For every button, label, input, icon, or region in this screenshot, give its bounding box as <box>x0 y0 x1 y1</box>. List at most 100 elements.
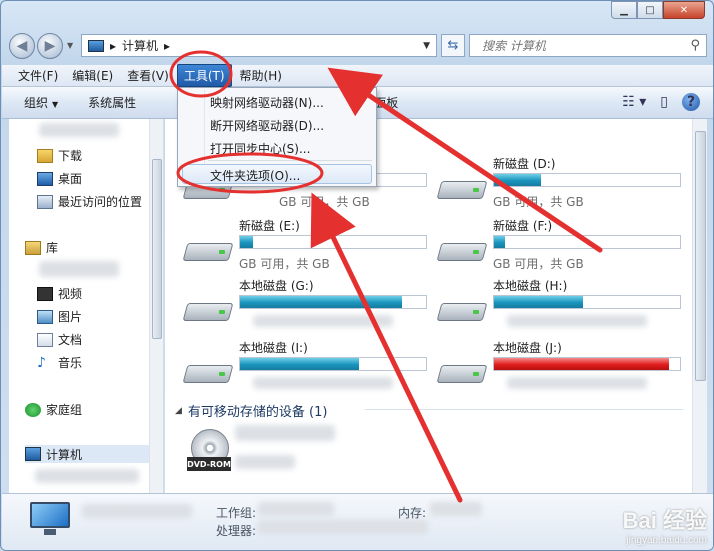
nav-scroll-thumb[interactable] <box>152 159 162 339</box>
menu-edit[interactable]: 编辑(E) <box>66 65 119 86</box>
drive-name: 本地磁盘 (I:) <box>239 341 308 355</box>
address-row: ◀ ▶ ▼ ▸ 计算机 ▸ ▼ ⇆ ⚲ <box>9 33 709 59</box>
nav-scrollbar[interactable] <box>149 119 163 493</box>
drive-name: 本地磁盘 (H:) <box>493 279 568 293</box>
drive-tile[interactable]: 新磁盘 (D:) GB 可用，共 GB <box>436 155 687 211</box>
system-properties-button[interactable]: 系统属性 <box>88 94 136 111</box>
address-bar[interactable]: ▸ 计算机 ▸ ▼ <box>81 34 437 57</box>
nav-computer[interactable]: 计算机 <box>25 445 149 463</box>
nav-recent-places[interactable]: 最近访问的位置 <box>37 193 142 210</box>
menu-item-disconnect-network-drive[interactable]: 断开网络驱动器(D)... <box>210 117 324 134</box>
hard-drive-icon <box>436 297 488 323</box>
nav-downloads[interactable]: 下载 <box>37 147 82 164</box>
menu-item-open-sync-center[interactable]: 打开同步中心(S)... <box>210 140 310 157</box>
details-pane: 工作组: 处理器: 内存: <box>2 493 713 550</box>
search-input[interactable] <box>470 35 670 56</box>
preview-pane-icon[interactable]: ▯ <box>660 94 668 110</box>
usage-bar <box>239 357 427 371</box>
nav-desktop[interactable]: 桌面 <box>37 170 82 187</box>
hard-drive-icon <box>436 175 488 201</box>
menu-view[interactable]: 查看(V) <box>121 65 175 86</box>
breadcrumb-separator-2[interactable]: ▸ <box>164 39 170 53</box>
menu-separator <box>208 160 372 161</box>
view-controls: ☷ ▾ ▯ ? <box>608 93 700 111</box>
library-icon <box>25 240 41 255</box>
forward-button[interactable]: ▶ <box>37 33 63 59</box>
menu-file[interactable]: 文件(F) <box>12 65 64 86</box>
memory-label: 内存: <box>398 506 427 520</box>
breadcrumb-computer[interactable]: 计算机 <box>122 37 158 54</box>
hard-drive-icon <box>182 237 234 263</box>
watermark-url: jingyan.baidu.com <box>626 535 707 546</box>
blurred-favorites <box>39 123 119 137</box>
recent-pages-dropdown[interactable]: ▼ <box>67 41 73 50</box>
dvd-drive[interactable]: DVD-ROM <box>187 429 233 479</box>
back-button[interactable]: ◀ <box>9 33 35 59</box>
close-button[interactable]: ✕ <box>663 1 705 19</box>
hard-drive-icon <box>182 359 234 385</box>
blurred-workgroup <box>258 502 334 516</box>
usage-bar <box>239 235 427 249</box>
capacity-label: GB 可用，共 GB <box>493 257 584 271</box>
usage-fill <box>494 358 669 370</box>
usage-fill <box>240 358 360 370</box>
close-icon: ✕ <box>679 4 689 16</box>
menu-item-folder-options[interactable]: 文件夹选项(O)... <box>210 167 300 184</box>
nav-pictures[interactable]: 图片 <box>37 308 82 325</box>
usage-bar <box>239 295 427 309</box>
usage-fill <box>494 296 584 308</box>
drive-tile[interactable]: 新磁盘 (E:) GB 可用，共 GB <box>182 217 433 273</box>
watermark-brand: Bai 经验 <box>622 508 707 533</box>
maximize-icon: □ <box>645 4 655 16</box>
dvd-label: DVD-ROM <box>187 457 231 471</box>
blurred-capacity <box>253 315 393 327</box>
blurred-memory <box>430 502 482 516</box>
nav-music[interactable]: ♪ 音乐 <box>37 354 82 371</box>
nav-libraries[interactable]: 库 <box>25 239 58 256</box>
minimize-button[interactable]: ▁ <box>611 1 637 19</box>
content-scrollbar[interactable] <box>692 119 707 493</box>
nav-videos[interactable]: 视频 <box>37 285 82 302</box>
drive-name: 本地磁盘 (G:) <box>239 279 314 293</box>
blurred-computer-name <box>82 504 192 518</box>
breadcrumb-separator[interactable]: ▸ <box>110 39 116 53</box>
drive-name: 本地磁盘 (J:) <box>493 341 562 355</box>
change-view-icon[interactable]: ☷ ▾ <box>622 94 646 110</box>
blurred-capacity <box>507 377 647 389</box>
menu-help[interactable]: 帮助(H) <box>234 65 288 86</box>
capacity-label: GB 可用，共 GB <box>279 195 370 209</box>
music-icon: ♪ <box>37 354 46 371</box>
group-divider <box>365 409 683 410</box>
help-icon[interactable]: ? <box>682 93 700 111</box>
maximize-button[interactable]: □ <box>637 1 663 19</box>
forward-arrow-icon: ▶ <box>44 38 56 54</box>
pictures-icon <box>37 309 53 324</box>
hard-drive-icon <box>182 297 234 323</box>
content-scroll-thumb[interactable] <box>695 131 706 381</box>
menu-item-map-network-drive[interactable]: 映射网络驱动器(N)... <box>210 94 324 111</box>
blurred-drive-list <box>35 469 139 483</box>
menu-tools[interactable]: 工具(T) <box>176 64 232 87</box>
caption-buttons: ▁ □ ✕ <box>611 1 705 19</box>
nav-documents[interactable]: 文档 <box>37 331 82 348</box>
dropdown-arrow-icon: ▼ <box>52 100 59 109</box>
search-icon[interactable]: ⚲ <box>690 38 700 53</box>
removable-storage-header[interactable]: ◢ 有可移动存储的设备 (1) <box>175 401 327 420</box>
refresh-button[interactable]: ⇆ <box>441 34 465 57</box>
drive-tile[interactable]: 新磁盘 (F:) GB 可用，共 GB <box>436 217 687 273</box>
downloads-folder-icon <box>37 148 53 163</box>
hard-drive-icon <box>436 359 488 385</box>
usage-fill <box>240 296 402 308</box>
explorer-window: ▁ □ ✕ ◀ ▶ ▼ ▸ 计算机 ▸ ▼ ⇆ ⚲ 文件(F) 编辑(E) 查看… <box>0 0 714 551</box>
organize-button[interactable]: 组织 ▼ <box>24 94 58 111</box>
nav-homegroup[interactable]: 家庭组 <box>25 401 82 418</box>
watermark: Bai 经验 jingyan.baidu.com <box>623 503 707 546</box>
address-dropdown-icon[interactable]: ▼ <box>423 41 430 51</box>
search-box[interactable]: ⚲ <box>469 34 707 57</box>
workgroup-label: 工作组: <box>216 506 257 520</box>
collapse-triangle-icon[interactable]: ◢ <box>175 406 182 416</box>
navigation-pane: 下载 桌面 最近访问的位置 库 视频 图片 文档 ♪ 音乐 家庭组 计算机 <box>9 119 164 493</box>
usage-fill <box>240 236 254 248</box>
drive-name: 新磁盘 (D:) <box>493 157 556 171</box>
usage-bar <box>493 357 681 371</box>
